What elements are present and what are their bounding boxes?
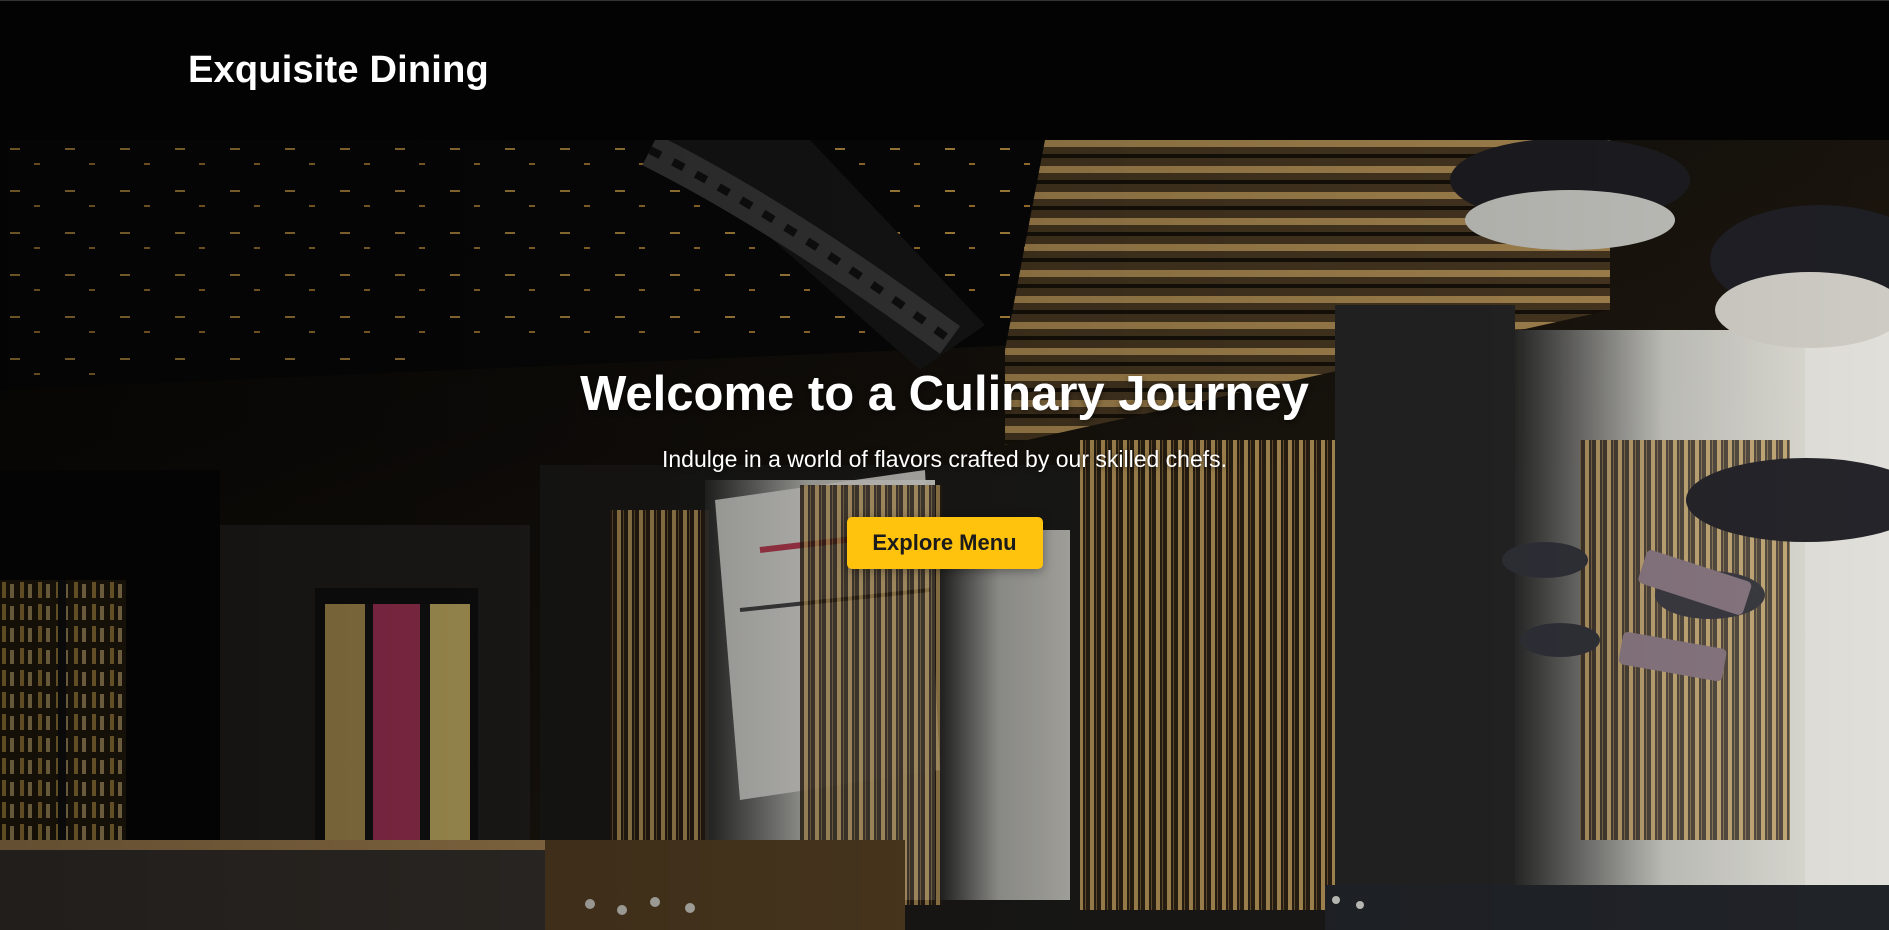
homepage: Exquisite Dining Welcome to a Culinary J… bbox=[0, 0, 1889, 930]
site-logo-text[interactable]: Exquisite Dining bbox=[188, 49, 489, 92]
hero-title: Welcome to a Culinary Journey bbox=[580, 367, 1309, 421]
hero-section: Welcome to a Culinary Journey Indulge in… bbox=[0, 140, 1889, 930]
site-header: Exquisite Dining bbox=[0, 0, 1889, 140]
hero-content: Welcome to a Culinary Journey Indulge in… bbox=[0, 364, 1889, 569]
explore-menu-button[interactable]: Explore Menu bbox=[846, 517, 1043, 569]
hero-subtitle: Indulge in a world of flavors crafted by… bbox=[661, 446, 1228, 472]
